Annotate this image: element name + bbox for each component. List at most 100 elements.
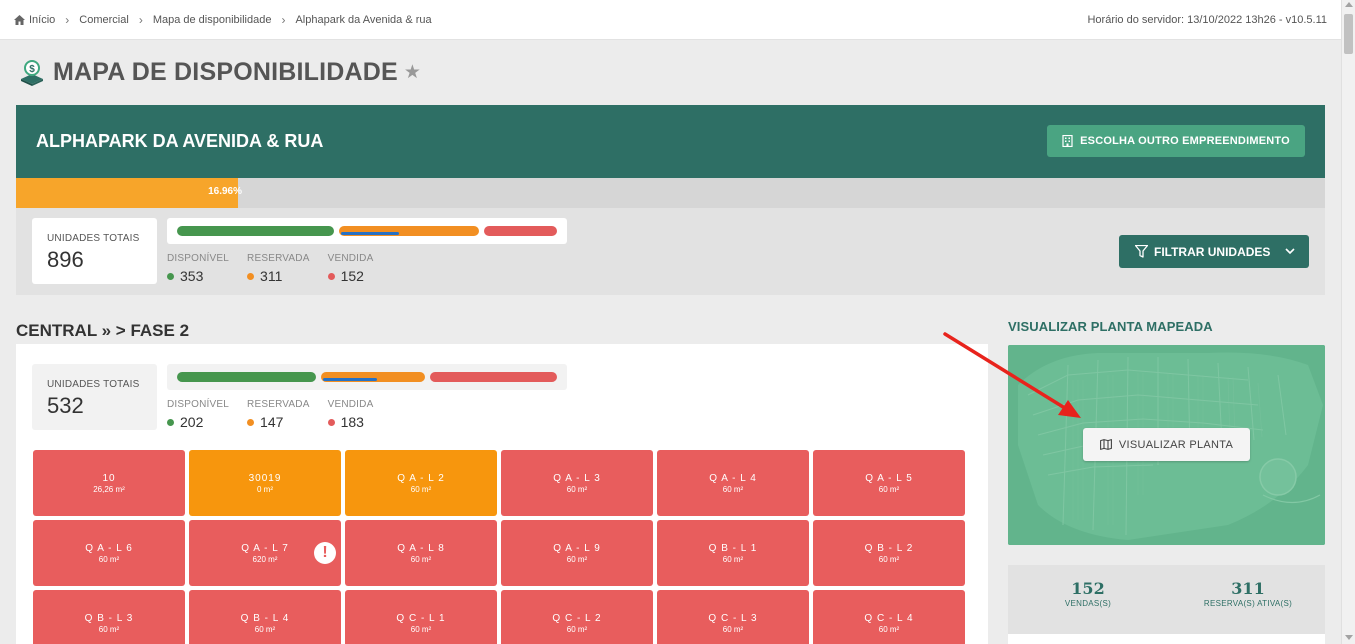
total-units-value: 896 [47,247,84,272]
unit-cell[interactable]: Q C - L 3 60 m² [657,590,809,644]
breadcrumb: Início › Comercial › Mapa de disponibili… [14,13,432,27]
choose-other-project-button[interactable]: ESCOLHA OUTRO EMPREENDIMENTO [1047,125,1305,157]
unit-area: 60 m² [722,485,744,494]
unit-cell[interactable]: Q A - L 6 60 m² [33,520,185,586]
legend-reserved-label: RESERVADA [247,399,310,410]
section-legend: DISPONÍVEL 202 RESERVADA 147 VENDIDA 183 [167,399,391,430]
sales-card-footer [1008,634,1325,644]
unit-name: 10 [102,473,116,484]
unit-area: 0 m² [257,485,273,494]
available-dot [167,418,174,426]
unit-cell[interactable]: Q A - L 5 60 m² [813,450,965,516]
scroll-down-arrow[interactable] [1345,635,1353,640]
available-segment [177,372,316,382]
unit-cell[interactable]: Q C - L 1 60 m² [345,590,497,644]
section-units-value: 532 [47,393,84,418]
unit-area: 60 m² [254,625,276,634]
reserved-subsegment [323,378,377,381]
unit-cell[interactable]: 10 26,26 m² [33,450,185,516]
top-bar: Início › Comercial › Mapa de disponibili… [0,0,1341,40]
section-status-bar [167,364,567,390]
totals-legend: DISPONÍVEL 353 RESERVADA 311 VENDIDA 152 [167,253,391,284]
project-header: ALPHAPARK DA AVENIDA & RUA ESCOLHA OUTRO… [16,105,1325,178]
map-icon [1099,439,1112,450]
unit-area: 60 m² [98,555,120,564]
legend-reserved-value: 147 [260,414,284,430]
unit-cell[interactable]: Q A - L 4 60 m² [657,450,809,516]
chevron-down-icon [1285,248,1295,255]
section-units-box: UNIDADES TOTAIS 532 [32,364,157,430]
reserved-dot [247,272,255,280]
section-units-label: UNIDADES TOTAIS [47,379,140,390]
unit-cell[interactable]: 30019 0 m² [189,450,341,516]
reserved-dot [247,418,255,426]
sold-segment [430,372,557,382]
map-thumbnail[interactable]: VISUALIZAR PLANTA [1008,345,1325,545]
filter-units-label: FILTRAR UNIDADES [1154,244,1271,259]
breadcrumb-home[interactable]: Início [29,14,55,26]
unit-name: Q A - L 5 [865,473,913,484]
view-map-button[interactable]: VISUALIZAR PLANTA [1083,428,1250,461]
unit-name: Q B - L 4 [240,613,290,624]
map-heading: VISUALIZAR PLANTA MAPEADA [1008,319,1213,334]
unit-name: Q C - L 4 [864,613,914,624]
section-title: CENTRAL » > FASE 2 [16,321,190,340]
unit-name: Q B - L 3 [84,613,134,624]
money-icon: $ [21,59,43,86]
legend-sold: VENDIDA 152 [327,253,374,284]
breadcrumb-mapa[interactable]: Mapa de disponibilidade [153,14,272,26]
scroll-up-arrow[interactable] [1345,2,1353,7]
breadcrumb-current: Alphapark da Avenida & rua [295,13,432,26]
unit-cell[interactable]: Q A - L 3 60 m² [501,450,653,516]
unit-area: 60 m² [722,625,744,634]
legend-sold: VENDIDA 183 [327,399,374,430]
total-units-label: UNIDADES TOTAIS [47,233,140,244]
unit-name: Q A - L 8 [397,543,445,554]
unit-area: 60 m² [98,625,120,634]
unit-area: 60 m² [722,555,744,564]
unit-area: 60 m² [566,485,588,494]
section-units-panel: UNIDADES TOTAIS 532 DISPONÍVEL 202 RESER… [16,344,988,644]
unit-area: 60 m² [410,555,432,564]
filter-icon [1135,245,1148,258]
unit-cell[interactable]: Q A - L 2 60 m² [345,450,497,516]
unit-cell[interactable]: Q A - L 9 60 m² [501,520,653,586]
scroll-thumb[interactable] [1344,14,1353,54]
unit-cell[interactable]: Q B - L 4 60 m² [189,590,341,644]
totals-status-bar [167,218,567,244]
sales-progress-label: 16.96% [208,186,242,197]
legend-reserved: RESERVADA 147 [247,399,310,430]
unit-cell[interactable]: Q B - L 2 60 m² [813,520,965,586]
unit-area: 60 m² [410,485,432,494]
filter-units-button[interactable]: FILTRAR UNIDADES [1119,235,1309,268]
page-scrollbar[interactable] [1341,0,1355,644]
reserves-count: 311 RESERVA(S) ATIVA(S) [1188,579,1308,608]
unit-cell[interactable]: Q B - L 3 60 m² [33,590,185,644]
breadcrumb-separator: › [281,12,286,27]
star-icon[interactable]: ★ [404,61,421,84]
legend-available: DISPONÍVEL 202 [167,399,229,430]
unit-name: Q A - L 2 [397,473,445,484]
sold-dot [327,418,335,426]
unit-name: Q C - L 1 [396,613,446,624]
unit-cell[interactable]: Q C - L 4 60 m² [813,590,965,644]
reserved-subsegment [341,232,399,235]
project-name: ALPHAPARK DA AVENIDA & RUA [36,131,324,151]
unit-cell[interactable]: Q A - L 7 620 m²! [189,520,341,586]
building-icon [1062,135,1073,147]
unit-name: Q B - L 2 [864,543,914,554]
sales-count-value: 152 [1071,579,1105,598]
unit-cell[interactable]: Q C - L 2 60 m² [501,590,653,644]
unit-cell[interactable]: Q A - L 8 60 m² [345,520,497,586]
legend-available-value: 353 [180,268,204,284]
sold-segment [484,226,557,236]
total-units-box: UNIDADES TOTAIS 896 [32,218,157,284]
server-time: Horário do servidor: 13/10/2022 13h26 - … [1087,13,1327,26]
unit-cell[interactable]: Q B - L 1 60 m² [657,520,809,586]
sales-count: 152 VENDAS(S) [1038,579,1138,608]
home-icon [14,14,25,25]
unit-name: 30019 [248,473,282,484]
unit-area: 60 m² [878,555,900,564]
alert-icon[interactable]: ! [314,542,336,564]
breadcrumb-comercial[interactable]: Comercial [79,14,129,26]
